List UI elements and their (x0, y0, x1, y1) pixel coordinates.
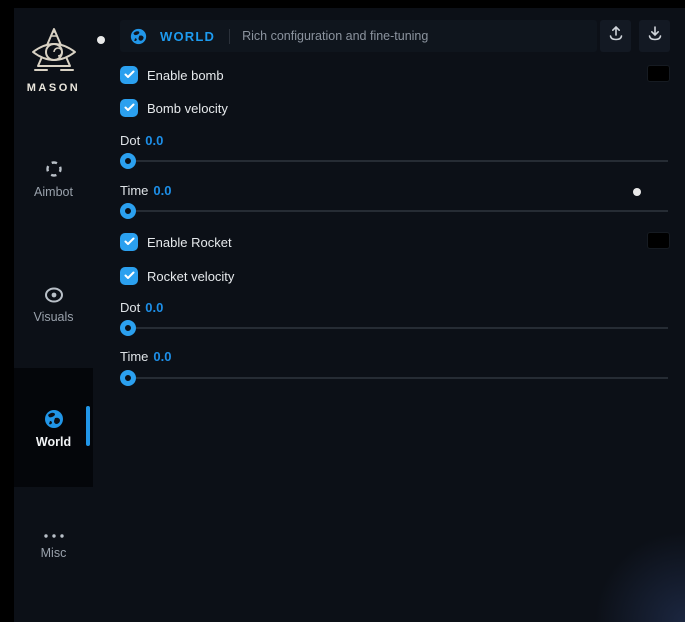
crosshair-icon (14, 159, 93, 179)
check-icon (124, 233, 135, 251)
download-icon (647, 25, 663, 47)
check-icon (124, 99, 135, 117)
time-slider[interactable] (120, 377, 668, 379)
logo: MASON (14, 26, 93, 94)
globe-icon (14, 409, 93, 429)
eye-icon (14, 286, 93, 304)
enable-rocket-checkbox[interactable] (120, 233, 138, 251)
slider-thumb[interactable] (120, 370, 136, 386)
check-icon (124, 66, 135, 84)
slider-value: 0.0 (153, 349, 171, 364)
app-window: MASON Aimbot Visuals (14, 8, 685, 622)
slider-label-dot: Dot0.0 (120, 133, 163, 148)
slider-label-time: Time0.0 (120, 349, 171, 364)
slider-value: 0.0 (145, 133, 163, 148)
page-title: WORLD (160, 29, 215, 44)
checkbox-row-rocket-velocity: Rocket velocity (120, 267, 234, 285)
sidebar-item-label: Aimbot (14, 185, 93, 199)
dot-slider[interactable] (120, 327, 668, 329)
dot-slider[interactable] (120, 160, 668, 162)
slider-thumb[interactable] (120, 320, 136, 336)
sidebar-item-label: World (14, 435, 93, 449)
white-dot-indicator (97, 36, 105, 44)
slider-value: 0.0 (145, 300, 163, 315)
page-subtitle: Rich configuration and fine-tuning (242, 29, 428, 43)
bomb-color-swatch[interactable] (647, 65, 670, 82)
sidebar-item-world[interactable]: World (14, 409, 93, 449)
logo-text: MASON (14, 82, 93, 94)
sidebar-item-label: Visuals (14, 310, 93, 324)
slider-thumb[interactable] (120, 203, 136, 219)
slider-thumb[interactable] (120, 153, 136, 169)
rocket-velocity-checkbox[interactable] (120, 267, 138, 285)
checkbox-row-bomb-velocity: Bomb velocity (120, 99, 228, 117)
white-dot-cursor (633, 188, 641, 196)
bomb-velocity-checkbox[interactable] (120, 99, 138, 117)
slider-label-time: Time0.0 (120, 183, 171, 198)
enable-bomb-checkbox[interactable] (120, 66, 138, 84)
sidebar: MASON Aimbot Visuals (14, 8, 107, 622)
mason-eye-logo-icon (14, 26, 93, 78)
download-button[interactable] (639, 20, 670, 52)
checkbox-row-enable-rocket: Enable Rocket (120, 233, 232, 251)
checkbox-label: Rocket velocity (147, 269, 234, 284)
upload-icon (608, 25, 624, 47)
check-icon (124, 267, 135, 285)
sidebar-item-label: Misc (14, 546, 93, 560)
ellipsis-icon (14, 532, 93, 540)
slider-value: 0.0 (153, 183, 171, 198)
globe-icon (130, 28, 147, 45)
upload-button[interactable] (600, 20, 631, 52)
checkbox-row-enable-bomb: Enable bomb (120, 66, 224, 84)
checkbox-label: Bomb velocity (147, 101, 228, 116)
header-divider (229, 29, 230, 44)
slider-label-dot: Dot0.0 (120, 300, 163, 315)
sidebar-item-misc[interactable]: Misc (14, 532, 93, 560)
checkbox-label: Enable Rocket (147, 235, 232, 250)
time-slider[interactable] (120, 210, 668, 212)
sidebar-item-visuals[interactable]: Visuals (14, 286, 93, 324)
checkbox-label: Enable bomb (147, 68, 224, 83)
page-header: WORLD Rich configuration and fine-tuning (120, 20, 597, 52)
sidebar-item-aimbot[interactable]: Aimbot (14, 159, 93, 199)
rocket-color-swatch[interactable] (647, 232, 670, 249)
